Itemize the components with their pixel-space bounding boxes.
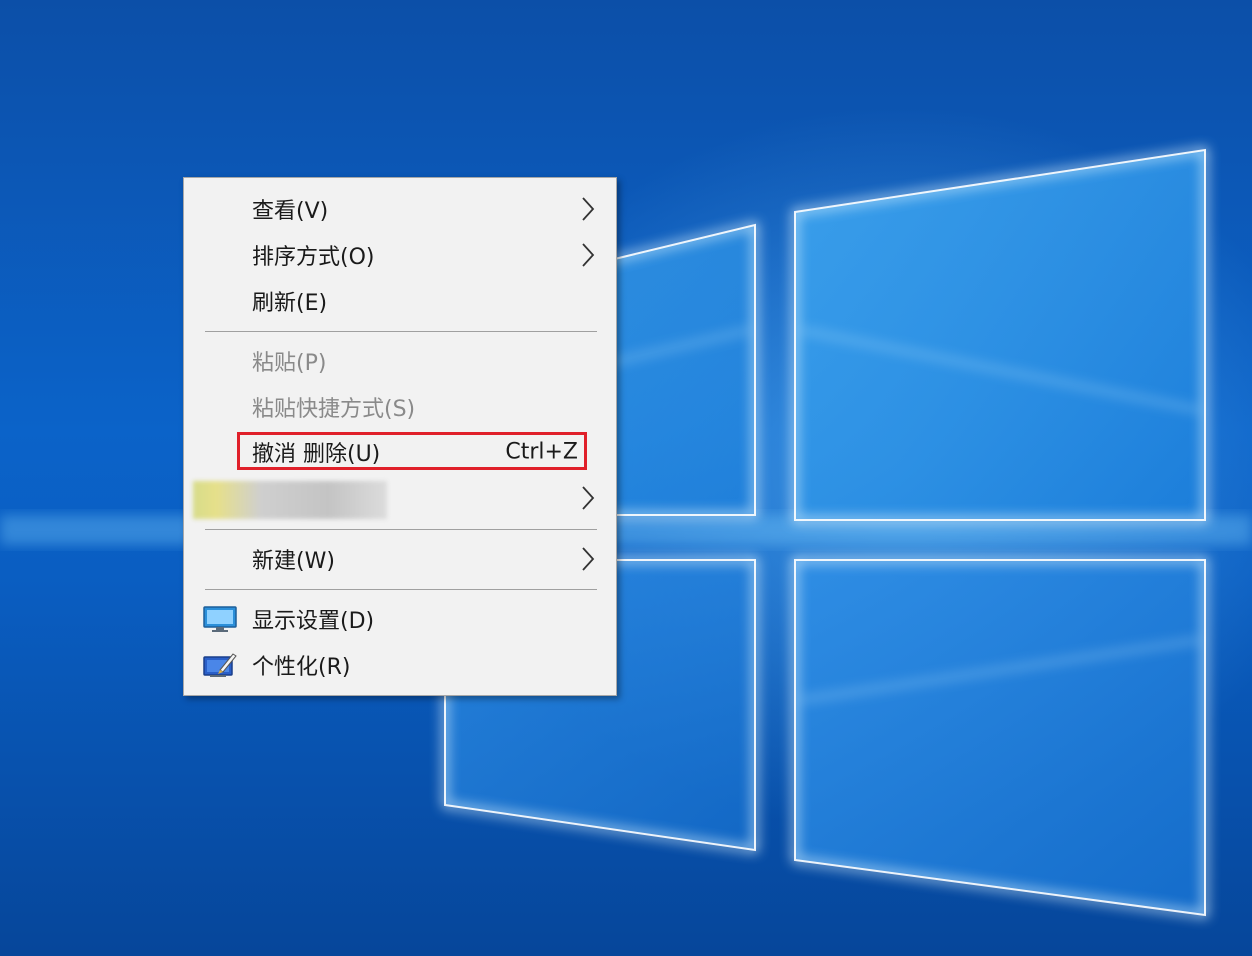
menu-item-label: 查看(V): [252, 199, 329, 224]
menu-item-label: 粘贴快捷方式(S): [252, 397, 416, 422]
menu-item-shortcut: Ctrl+Z: [505, 439, 578, 465]
menu-item-label: 粘贴(P): [252, 351, 327, 376]
menu-item-paste: 粘贴(P): [184, 341, 616, 381]
blurred-region: [193, 481, 387, 519]
menu-item-view[interactable]: 查看(V): [184, 189, 616, 229]
menu-item-label: 刷新(E): [252, 291, 328, 316]
display-settings-icon: [203, 606, 237, 632]
menu-separator: [205, 589, 597, 590]
personalize-icon: [203, 653, 237, 677]
chevron-right-icon: [582, 486, 595, 510]
chevron-right-icon: [582, 243, 595, 267]
menu-item-display-settings[interactable]: 显示设置(D): [184, 599, 616, 639]
menu-separator: [205, 529, 597, 530]
menu-item-label: 排序方式(O): [252, 245, 375, 270]
chevron-right-icon: [582, 547, 595, 571]
menu-item-new[interactable]: 新建(W): [184, 539, 616, 579]
desktop-context-menu: 查看(V) 排序方式(O) 刷新(E) 粘贴(P) 粘贴快捷方式(S) 撤消 删…: [183, 177, 617, 696]
chevron-right-icon: [582, 197, 595, 221]
menu-item-sort-by[interactable]: 排序方式(O): [184, 235, 616, 275]
menu-item-paste-shortcut: 粘贴快捷方式(S): [184, 387, 616, 427]
menu-item-personalize[interactable]: 个性化(R): [184, 645, 616, 685]
menu-item-blurred[interactable]: [184, 478, 616, 519]
menu-item-label: 显示设置(D): [252, 609, 375, 634]
menu-item-label: 个性化(R): [252, 655, 351, 680]
menu-item-undo-delete[interactable]: 撤消 删除(U) Ctrl+Z: [184, 432, 616, 472]
desktop-background[interactable]: 查看(V) 排序方式(O) 刷新(E) 粘贴(P) 粘贴快捷方式(S) 撤消 删…: [0, 0, 1252, 956]
menu-item-label: 撤消 删除(U): [252, 442, 381, 467]
menu-item-label: 新建(W): [252, 549, 335, 574]
menu-item-refresh[interactable]: 刷新(E): [184, 281, 616, 321]
menu-separator: [205, 331, 597, 332]
